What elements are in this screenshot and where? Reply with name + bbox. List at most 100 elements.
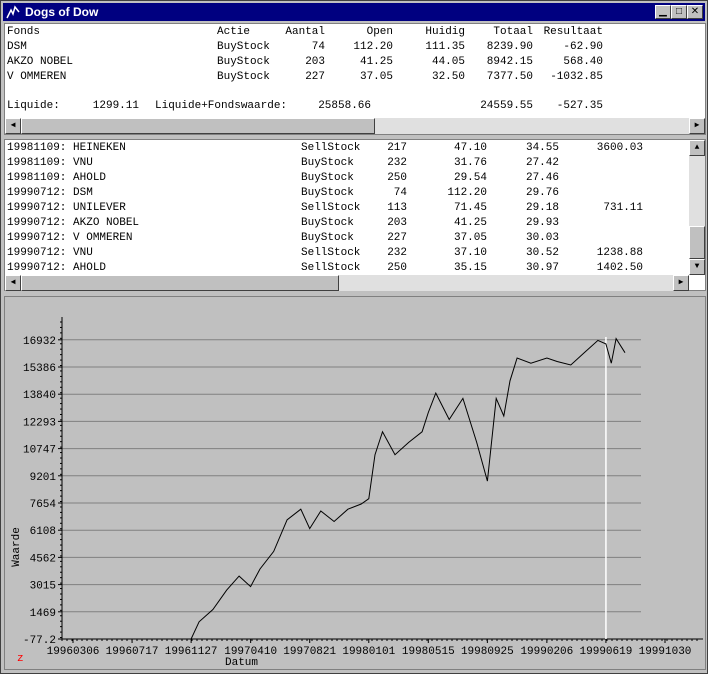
scroll-left-button[interactable]: ◀ bbox=[5, 118, 21, 134]
x-tick-label: 19961127 bbox=[165, 646, 218, 658]
x-tick-label: 19980515 bbox=[402, 646, 455, 658]
transaction-row[interactable]: 19990712: AHOLD SellStock 250 35.15 30.97 140… bbox=[5, 262, 689, 275]
aantal-cell: 232 bbox=[387, 247, 407, 259]
open-cell: 41.25 bbox=[359, 56, 393, 68]
huidig-cell: 34.55 bbox=[525, 142, 559, 154]
actie-cell: BuyStock bbox=[217, 71, 270, 83]
date-fonds-cell: 19990712: V OMMEREN bbox=[7, 232, 133, 244]
totaal-cell: Totaal bbox=[493, 26, 533, 38]
transaction-row[interactable]: 19981109: HEINEKEN SellStock 217 47.10 34.55… bbox=[5, 142, 689, 157]
transactions-list: 19981109: HEINEKEN SellStock 217 47.10 34.55… bbox=[5, 140, 689, 275]
title-bar[interactable]: Dogs of Dow ▁ □ ✕ bbox=[3, 3, 705, 21]
aantal-cell: 74 bbox=[393, 187, 407, 199]
value-chart: -77.214693015456261087654920110747122931… bbox=[11, 317, 703, 669]
open-cell: 112.20 bbox=[447, 187, 487, 199]
scroll-right-button[interactable]: ▶ bbox=[689, 118, 705, 134]
open-cell: 29.54 bbox=[453, 172, 487, 184]
portfolio-panel: Fonds Actie Aantal Open Huidig Totaal Resultaa… bbox=[4, 23, 706, 135]
portfolio-row: AKZO NOBEL BuyStock 203 41.25 44.05 8942.15 56… bbox=[5, 56, 705, 71]
aantal-cell: Aantal bbox=[285, 26, 325, 38]
portfolio-hscrollbar[interactable]: ◀ ▶ bbox=[5, 118, 705, 134]
transaction-row[interactable]: 19990712: DSM BuyStock 74 112.20 29.76 bbox=[5, 187, 689, 202]
open-cell: 71.45 bbox=[453, 202, 487, 214]
resultaat-cell: 3600.03 bbox=[596, 142, 643, 154]
huidig-cell: 27.46 bbox=[525, 172, 559, 184]
maximize-button[interactable]: □ bbox=[671, 5, 687, 19]
transaction-row[interactable]: 19990712: V OMMEREN BuyStock 227 37.05 30.03 bbox=[5, 232, 689, 247]
huidig-cell: 30.97 bbox=[525, 262, 559, 274]
aantal-cell: 203 bbox=[387, 217, 407, 229]
minimize-button[interactable]: ▁ bbox=[655, 5, 671, 19]
liquide-value: 1299.11 bbox=[92, 100, 139, 112]
portfolio-row: V OMMEREN BuyStock 227 37.05 32.50 7377.50 -10… bbox=[5, 71, 705, 86]
arrow-up-icon: ▲ bbox=[694, 143, 700, 152]
y-tick-label: 10747 bbox=[23, 445, 56, 457]
transactions-panel: 19981109: HEINEKEN SellStock 217 47.10 34.55… bbox=[4, 139, 706, 291]
transaction-row[interactable]: 19981109: AHOLD BuyStock 250 29.54 27.46 bbox=[5, 172, 689, 187]
series-line bbox=[190, 337, 626, 640]
x-tick-label: 19970821 bbox=[283, 646, 336, 658]
huidig-cell: 29.76 bbox=[525, 187, 559, 199]
vscroll-thumb[interactable] bbox=[689, 226, 705, 259]
y-tick-label: 3015 bbox=[30, 581, 56, 593]
transaction-row[interactable]: 19990712: VNU SellStock 232 37.10 30.52 1238.… bbox=[5, 247, 689, 262]
window-title: Dogs of Dow bbox=[25, 5, 99, 19]
aantal-cell: 232 bbox=[387, 157, 407, 169]
scroll-thumb[interactable] bbox=[21, 118, 375, 134]
huidig-cell: 32.50 bbox=[431, 71, 465, 83]
huidig-cell: 44.05 bbox=[431, 56, 465, 68]
transaction-row[interactable]: 19990712: UNILEVER SellStock 113 71.45 29.18… bbox=[5, 202, 689, 217]
app-window: Dogs of Dow ▁ □ ✕ Fonds Actie Aantal Open Hu… bbox=[0, 0, 708, 674]
y-tick-label: 1469 bbox=[30, 608, 56, 620]
actie-cell: BuyStock bbox=[301, 157, 354, 169]
fonds-cell: AKZO NOBEL bbox=[7, 56, 74, 68]
close-icon: ✕ bbox=[690, 6, 700, 17]
open-cell: 112.20 bbox=[353, 41, 393, 53]
resultaat-cell: 731.11 bbox=[603, 202, 643, 214]
resultaat-cell: 1238.88 bbox=[596, 247, 643, 259]
actie-cell: BuyStock bbox=[301, 187, 354, 199]
zoom-indicator[interactable]: z bbox=[17, 653, 24, 665]
huidig-cell: 111.35 bbox=[425, 41, 465, 53]
aantal-cell: 113 bbox=[387, 202, 407, 214]
y-tick-label: 9201 bbox=[30, 472, 57, 484]
total-value: 24559.55 bbox=[480, 100, 533, 112]
arrow-right-icon: ▶ bbox=[694, 121, 700, 130]
fonds-cell: V OMMEREN bbox=[7, 71, 67, 83]
resultaat-cell: -62.90 bbox=[563, 41, 603, 53]
transactions-vscrollbar[interactable]: ▲ ▼ bbox=[689, 140, 705, 275]
x-axis-label: Datum bbox=[225, 657, 258, 669]
scroll-left-button-2[interactable]: ◀ bbox=[5, 275, 21, 291]
close-button[interactable]: ✕ bbox=[687, 5, 703, 19]
open-cell: 37.05 bbox=[453, 232, 487, 244]
scroll-down-button[interactable]: ▼ bbox=[689, 259, 705, 275]
transaction-row[interactable]: 19981109: VNU BuyStock 232 31.76 27.42 bbox=[5, 157, 689, 172]
x-tick-label: 19960717 bbox=[106, 646, 159, 658]
y-tick-label: 6108 bbox=[30, 526, 56, 538]
actie-cell: SellStock bbox=[301, 262, 361, 274]
arrow-right-icon: ▶ bbox=[678, 278, 684, 287]
scroll-right-button-2[interactable]: ▶ bbox=[673, 275, 689, 291]
actie-cell: SellStock bbox=[301, 247, 361, 259]
aantal-cell: 250 bbox=[387, 262, 407, 274]
arrow-left-icon: ◀ bbox=[10, 278, 16, 287]
scroll-up-button[interactable]: ▲ bbox=[689, 140, 705, 156]
open-cell: 31.76 bbox=[453, 157, 487, 169]
transaction-row[interactable]: 19990712: AKZO NOBEL BuyStock 203 41.25 29.9… bbox=[5, 217, 689, 232]
fonds-cell: DSM bbox=[7, 41, 27, 53]
x-tick-label: 19980101 bbox=[342, 646, 395, 658]
totaal-cell: 8239.90 bbox=[486, 41, 533, 53]
scroll-thumb-2[interactable] bbox=[21, 275, 339, 291]
y-tick-label: 7654 bbox=[30, 499, 57, 511]
aantal-cell: 227 bbox=[387, 232, 407, 244]
resultaat-cell: Resultaat bbox=[543, 26, 603, 38]
actie-cell: BuyStock bbox=[301, 172, 354, 184]
portfolio-row: DSM BuyStock 74 112.20 111.35 8239.90 -62.90 bbox=[5, 41, 705, 56]
open-cell: 37.05 bbox=[359, 71, 393, 83]
portfolio-header-row: Fonds Actie Aantal Open Huidig Totaal Resultaa… bbox=[5, 26, 705, 41]
transactions-hscrollbar[interactable]: ◀ ▶ bbox=[5, 275, 689, 291]
totaal-cell: 8942.15 bbox=[486, 56, 533, 68]
y-tick-label: 15386 bbox=[23, 363, 56, 375]
open-cell: 35.15 bbox=[453, 262, 487, 274]
fondswaarde-label: Liquide+Fondswaarde: bbox=[155, 100, 288, 112]
